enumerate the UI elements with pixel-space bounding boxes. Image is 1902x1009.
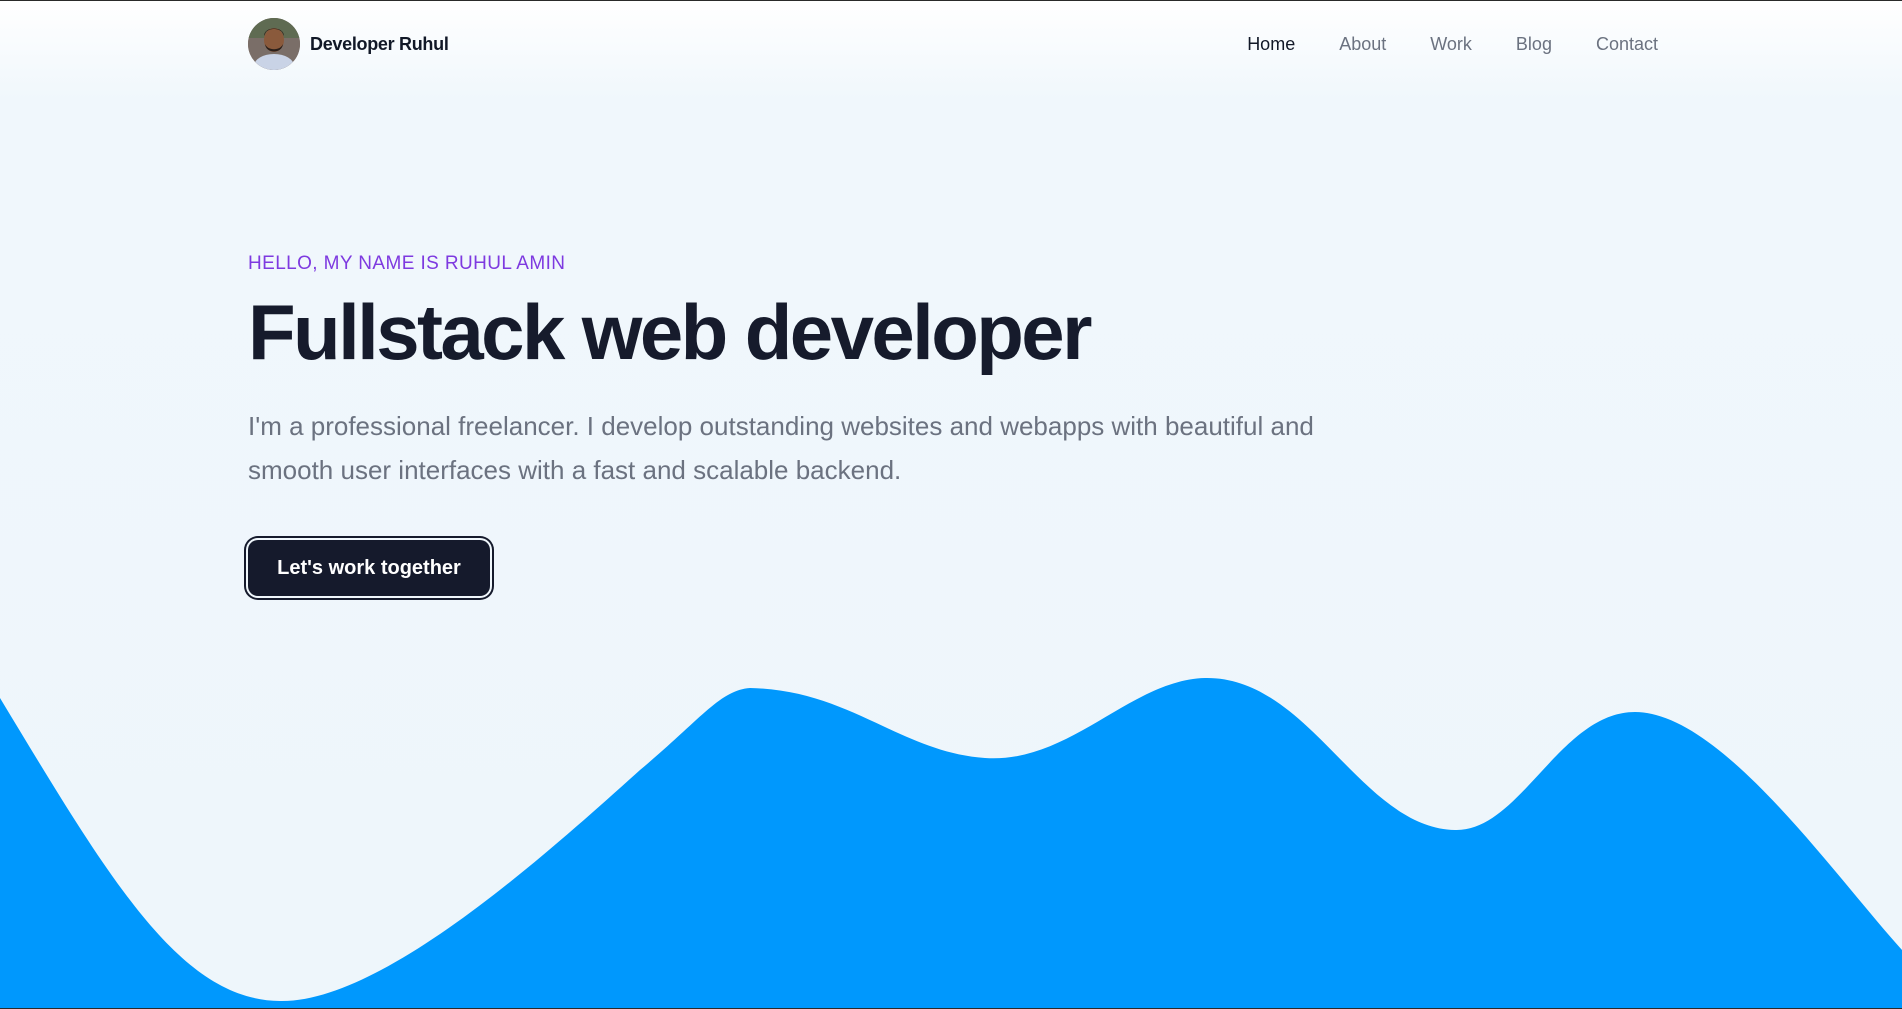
hero-description: I'm a professional freelancer. I develop…	[248, 411, 1314, 485]
nav-item-work[interactable]: Work	[1430, 32, 1472, 56]
work-together-button[interactable]: Let's work together	[248, 540, 490, 596]
nav-item-blog[interactable]: Blog	[1516, 32, 1552, 56]
window-top-border	[0, 0, 1902, 1]
nav-item-contact[interactable]: Contact	[1596, 32, 1658, 56]
site-header: Developer Ruhul Home About Work Blog Con…	[248, 18, 1658, 72]
hero-eyebrow: HELLO, MY NAME IS RUHUL AMIN	[248, 253, 566, 274]
hero-section: HELLO, MY NAME IS RUHUL AMIN Fullstack w…	[248, 250, 1448, 492]
main-nav: Home About Work Blog Contact	[1203, 32, 1658, 56]
nav-item-home[interactable]: Home	[1247, 32, 1295, 56]
brand-link[interactable]: Developer Ruhul	[248, 18, 449, 70]
blue-wave-shape	[0, 677, 1902, 1009]
hero-headline: Fullstack web developer	[248, 288, 1092, 376]
brand-name: Developer Ruhul	[310, 33, 449, 54]
avatar	[248, 18, 300, 70]
nav-item-about[interactable]: About	[1339, 32, 1386, 56]
profile-photo-icon	[248, 18, 300, 70]
